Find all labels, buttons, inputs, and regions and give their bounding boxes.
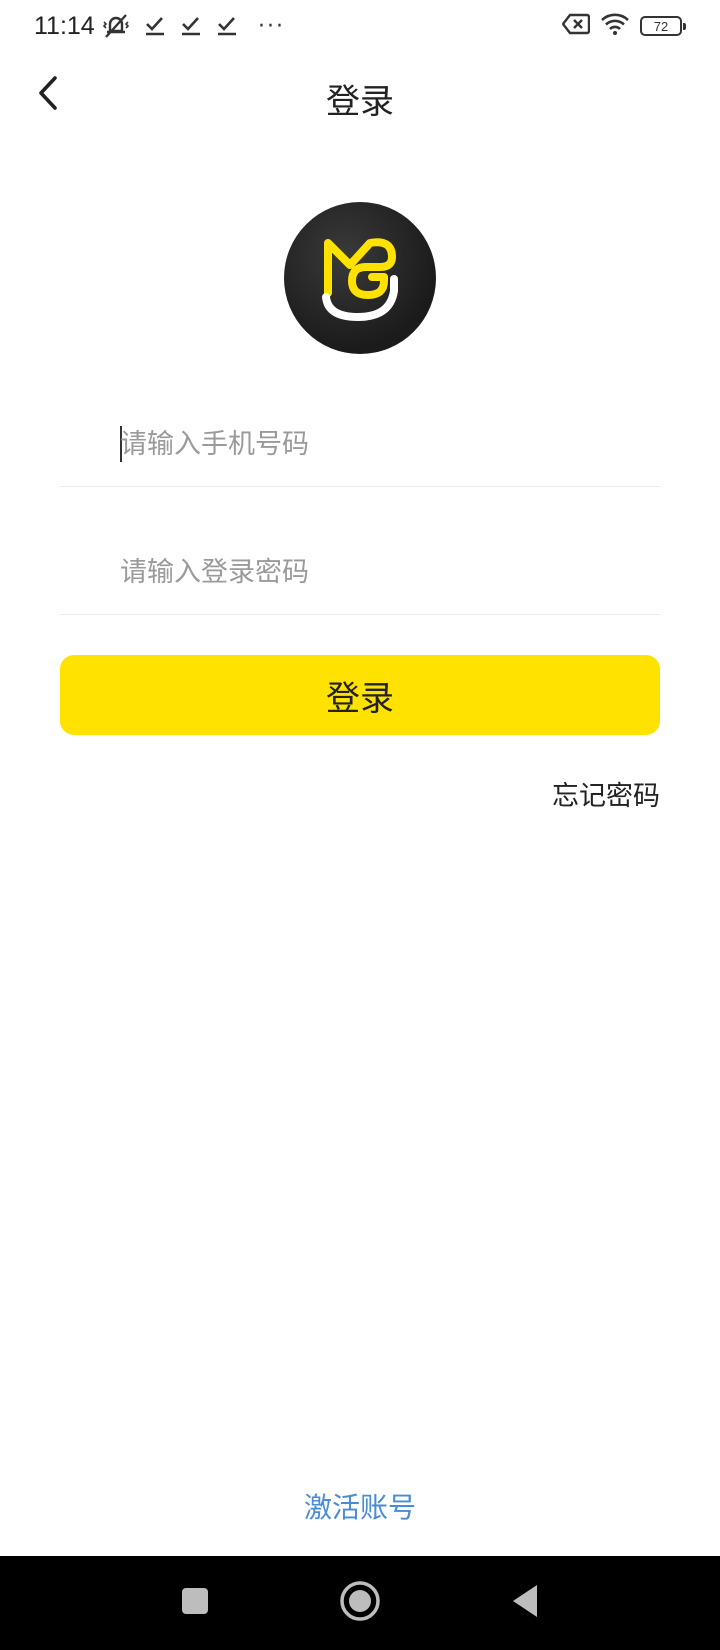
- page-title: 登录: [326, 82, 394, 122]
- wifi-icon: [600, 12, 630, 40]
- password-field-row: [60, 534, 660, 615]
- login-button[interactable]: 登录: [60, 655, 660, 735]
- recents-button[interactable]: [168, 1576, 222, 1630]
- system-back-button[interactable]: [498, 1576, 552, 1630]
- check-download-icon: [180, 15, 202, 37]
- sim-error-icon: [561, 13, 591, 39]
- nav-bar: 登录: [0, 56, 720, 136]
- phone-field-row: [60, 406, 660, 487]
- password-input[interactable]: [120, 544, 640, 600]
- mg-logo-icon: [318, 231, 402, 325]
- status-right: 72: [561, 12, 686, 40]
- battery-level: 72: [653, 18, 669, 34]
- forgot-password-link[interactable]: 忘记密码: [552, 774, 660, 813]
- check-download-icon: [216, 15, 238, 37]
- mute-vibrate-icon: [102, 12, 130, 40]
- status-time: 11:14: [34, 12, 95, 40]
- more-notifications-icon: ···: [258, 13, 285, 39]
- battery-icon: 72: [640, 16, 686, 36]
- circle-home-icon: [339, 1580, 381, 1626]
- triangle-back-icon: [509, 1583, 541, 1623]
- check-download-icon: [144, 15, 166, 37]
- home-button[interactable]: [333, 1576, 387, 1630]
- phone-input[interactable]: [120, 416, 640, 472]
- system-navigation-bar: [0, 1556, 720, 1650]
- square-recents-icon: [180, 1586, 210, 1620]
- status-bar: 11:14 ··· 72: [0, 0, 720, 56]
- status-notifications: ···: [102, 12, 285, 40]
- activate-account-link[interactable]: 激活账号: [0, 1486, 720, 1526]
- app-logo: [284, 202, 436, 354]
